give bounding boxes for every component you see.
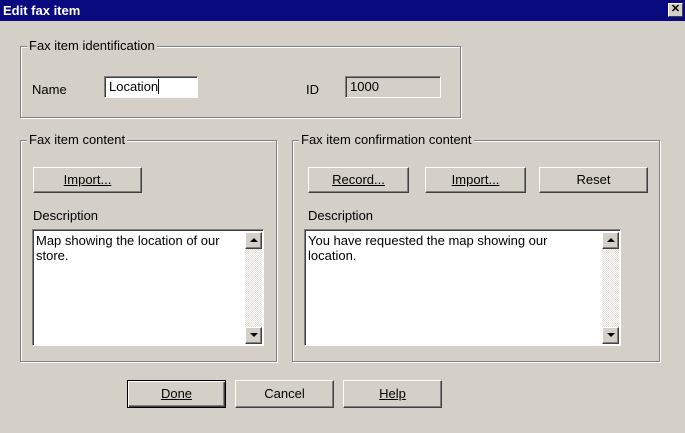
content-scrollbar[interactable] (245, 232, 262, 344)
scroll-down-arrow-icon (607, 333, 615, 337)
done-button-label: Done (160, 386, 193, 401)
content-description-label: Description (33, 208, 99, 223)
cancel-button[interactable]: Cancel (235, 380, 334, 408)
done-button[interactable]: Done (127, 380, 226, 408)
confirmation-group-label: Fax item confirmation content (299, 132, 474, 148)
cancel-button-label: Cancel (264, 386, 305, 401)
text-caret (158, 79, 160, 94)
close-button[interactable]: ✕ (668, 3, 683, 17)
reset-button[interactable]: Reset (539, 167, 648, 193)
close-icon: ✕ (670, 3, 681, 15)
content-import-button[interactable]: Import... (33, 167, 142, 193)
title-bar[interactable]: Edit fax item ✕ (0, 0, 685, 21)
confirmation-import-button[interactable]: Import... (425, 167, 526, 193)
help-button-label: Help (379, 386, 406, 401)
id-field: 1000 (345, 76, 441, 98)
confirmation-group: Fax item confirmation content Record... … (292, 132, 660, 362)
dialog-title: Edit fax item (3, 3, 81, 18)
record-button[interactable]: Record... (308, 167, 409, 193)
confirmation-scroll-up-button[interactable] (602, 232, 619, 249)
identification-group-label: Fax item identification (27, 38, 157, 54)
content-description-textarea[interactable]: Map showing the location of our store. (32, 229, 264, 346)
content-scroll-down-button[interactable] (245, 327, 262, 344)
confirmation-description-label: Description (308, 208, 374, 223)
name-label: Name (32, 82, 67, 97)
name-input[interactable]: Location (104, 76, 198, 98)
content-group: Fax item content Import... Description M… (20, 132, 277, 362)
confirmation-scroll-down-button[interactable] (602, 327, 619, 344)
scroll-up-arrow-icon (607, 238, 615, 242)
identification-group: Fax item identification Name Location ID… (20, 38, 461, 118)
content-import-label: Import... (63, 172, 112, 187)
scroll-up-arrow-icon (250, 238, 258, 242)
content-description-text: Map showing the location of our store. (36, 233, 220, 263)
name-input-value: Location (109, 79, 159, 94)
content-scroll-up-button[interactable] (245, 232, 262, 249)
id-label: ID (306, 82, 319, 97)
edit-fax-item-dialog: Edit fax item ✕ Fax item identification … (0, 0, 685, 433)
confirmation-description-text: You have requested the map showing our l… (308, 233, 548, 263)
scroll-down-arrow-icon (250, 333, 258, 337)
confirmation-description-textarea[interactable]: You have requested the map showing our l… (304, 229, 621, 346)
help-button[interactable]: Help (343, 380, 442, 408)
confirmation-import-label: Import... (451, 172, 500, 187)
confirmation-scrollbar[interactable] (602, 232, 619, 344)
content-group-label: Fax item content (27, 132, 128, 148)
reset-button-label: Reset (576, 172, 611, 187)
id-field-value: 1000 (350, 79, 379, 94)
record-button-label: Record... (332, 172, 385, 187)
